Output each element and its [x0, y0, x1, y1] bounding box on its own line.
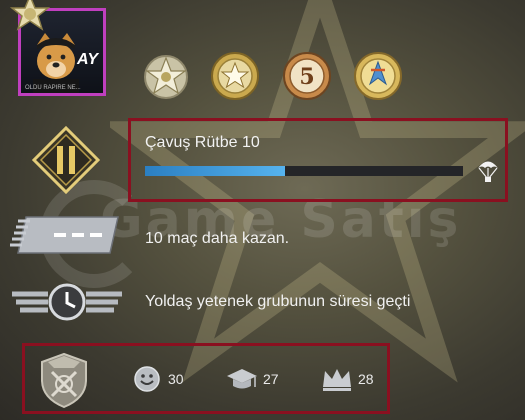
graduation-cap-icon — [227, 369, 257, 389]
wins-badge-icon — [10, 216, 119, 254]
leader-count: 28 — [358, 371, 374, 387]
service-medal-icon[interactable] — [140, 50, 192, 102]
operation-coin-icon[interactable] — [352, 50, 404, 102]
avatar-caption: OLDU RAPIRE NE... — [25, 85, 81, 91]
profile-rank-badge-icon — [9, 0, 51, 31]
rank-progress-bar — [145, 166, 463, 176]
five-year-coin-icon[interactable]: 5 — [281, 50, 333, 102]
parachute-icon[interactable] — [476, 157, 500, 183]
rank-progress-fill — [145, 166, 285, 176]
rank-highlight-frame — [128, 118, 508, 202]
rank-title: Çavuş Rütbe 10 — [145, 134, 260, 151]
avatar-initials: AY — [77, 51, 99, 68]
friendly-count: 30 — [168, 371, 184, 387]
dog-avatar-image — [33, 33, 79, 93]
mission-text-wins: 10 maç daha kazan. — [145, 230, 290, 247]
mission-text-cooldown: Yoldaş yetenek grubunun süresi geçti — [145, 293, 411, 310]
svg-text:5: 5 — [299, 64, 314, 90]
skill-group-emblem-icon[interactable] — [34, 350, 94, 410]
cooldown-clock-icon — [12, 283, 122, 321]
teacher-count: 27 — [263, 371, 279, 387]
rank-II-icon — [32, 126, 100, 194]
crown-icon — [323, 369, 351, 391]
star-coin-icon[interactable] — [209, 50, 261, 102]
smile-icon — [134, 366, 160, 392]
